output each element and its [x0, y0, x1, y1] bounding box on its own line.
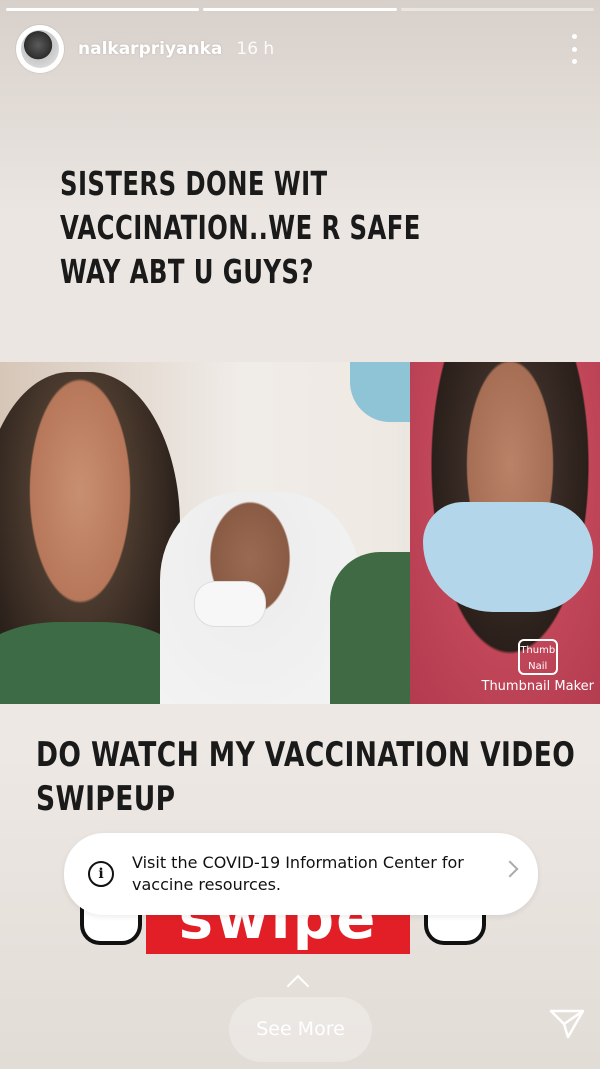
story-header: nalkarpriyanka 16 h	[16, 24, 584, 74]
covid-info-banner[interactable]: i Visit the COVID-19 Information Center …	[64, 833, 538, 915]
avatar[interactable]	[16, 25, 64, 73]
info-banner-text: Visit the COVID-19 Information Center fo…	[132, 853, 464, 894]
caption-line: SWIPEUP	[36, 779, 176, 819]
story-progress	[6, 8, 594, 11]
caption-bottom: DO WATCH MY VACCINATION VIDEO SWIPEUP	[36, 733, 576, 821]
progress-segment	[400, 8, 594, 11]
chevron-right-icon	[501, 860, 519, 878]
caption-top: SISTERS DONE WIT VACCINATION..WE R SAFE …	[60, 162, 454, 294]
watermark: Thumb Nail Thumbnail Maker	[481, 639, 595, 694]
watermark-logo: Thumb Nail	[517, 639, 558, 675]
progress-segment	[6, 8, 200, 11]
face-mask	[195, 582, 265, 626]
progress-segment	[203, 8, 397, 11]
story-photo: Thumb Nail Thumbnail Maker	[0, 362, 600, 704]
see-more-button[interactable]: See More	[229, 997, 372, 1062]
face-mask	[423, 502, 593, 612]
caption-line: SISTERS DONE WIT	[60, 164, 328, 203]
person-left	[0, 372, 180, 704]
timestamp: 16 h	[236, 39, 275, 59]
send-direct-icon[interactable]	[548, 1006, 586, 1040]
caption-line: VACCINATION..WE R SAFE	[60, 208, 421, 247]
caption-line: WAY ABT U GUYS?	[60, 252, 314, 291]
caption-line: DO WATCH MY VACCINATION VIDEO	[36, 735, 576, 775]
watermark-text: Thumbnail Maker	[481, 679, 595, 694]
info-icon: i	[88, 861, 114, 887]
username[interactable]: nalkarpriyanka	[78, 39, 222, 59]
more-vertical-icon[interactable]	[564, 34, 584, 64]
